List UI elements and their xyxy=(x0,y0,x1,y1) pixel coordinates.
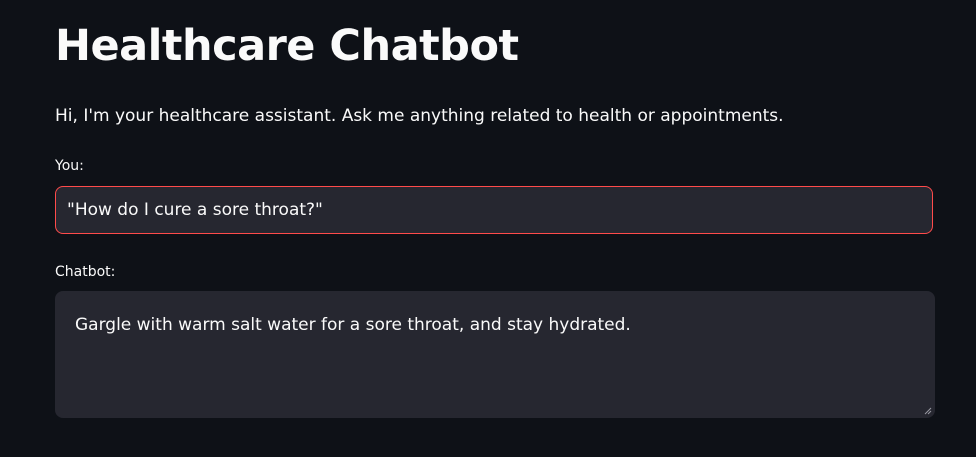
chatbot-output-label: Chatbot: xyxy=(55,264,116,280)
app-container: Healthcare Chatbot Hi, I'm your healthca… xyxy=(0,0,976,457)
chatbot-output-container[interactable]: Gargle with warm salt water for a sore t… xyxy=(55,291,935,418)
resize-handle-icon[interactable] xyxy=(924,407,932,415)
user-input-label: You: xyxy=(55,158,84,174)
user-input-container[interactable] xyxy=(55,186,933,234)
chatbot-response-textarea[interactable]: Gargle with warm salt water for a sore t… xyxy=(75,313,915,396)
intro-text: Hi, I'm your healthcare assistant. Ask m… xyxy=(55,106,784,126)
page-title: Healthcare Chatbot xyxy=(55,21,519,71)
user-message-input[interactable] xyxy=(67,200,921,220)
